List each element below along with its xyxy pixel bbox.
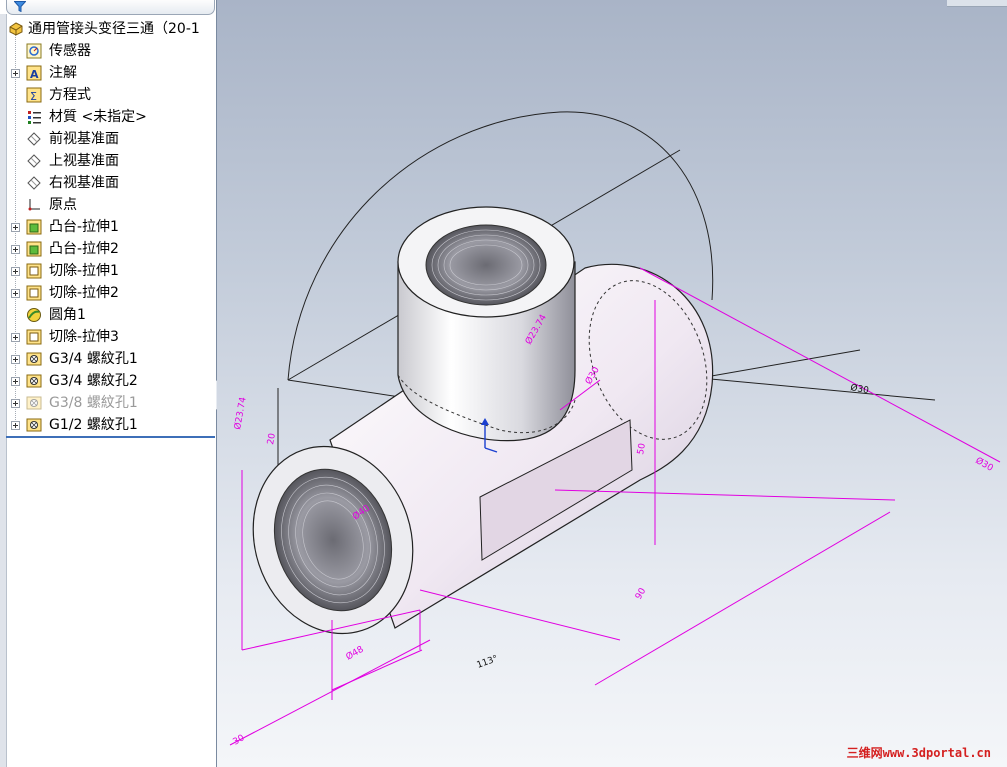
plane-icon	[27, 176, 41, 190]
cut-extrude-icon	[26, 329, 42, 345]
tree-item-label: 传感器	[49, 43, 91, 59]
origin-icon	[28, 199, 40, 211]
expand-toggle[interactable]	[11, 355, 20, 364]
tree-item[interactable]: 切除-拉伸2	[0, 282, 216, 304]
tree-item-label: 材質 <未指定>	[49, 109, 147, 125]
tree-item-label: 切除-拉伸3	[49, 329, 119, 345]
annotation-icon: A	[26, 65, 42, 81]
cut-extrude-icon	[26, 263, 42, 279]
tree-item-label: 圆角1	[49, 307, 86, 323]
tree-item-label: 右视基准面	[49, 175, 119, 191]
tree-item-label: 方程式	[49, 87, 91, 103]
pipe-tee-model[interactable]: Ø40Ø23.7420Ø23.7490Ø30113°Ø3050Ø3030Ø48	[217, 0, 1007, 767]
tree-item[interactable]: G3/4 螺紋孔1	[0, 348, 216, 370]
filter-bar[interactable]	[6, 0, 215, 15]
tree-root[interactable]: 通用管接头变径三通（20-1	[0, 18, 216, 40]
expand-toggle[interactable]	[11, 245, 20, 254]
material-icon	[28, 111, 41, 124]
tree-item[interactable]: 传感器	[0, 40, 216, 62]
tree-item-label: 切除-拉伸1	[49, 263, 119, 279]
hole-wizard-icon	[26, 352, 42, 366]
dimension-label[interactable]: 90	[634, 586, 649, 601]
tree-item[interactable]: Σ 方程式	[0, 84, 216, 106]
filter-icon[interactable]	[14, 1, 26, 12]
tree-item-label: 注解	[49, 65, 77, 81]
tree-item-label: G3/8 螺紋孔1	[49, 395, 138, 411]
tree-item-label: G3/4 螺紋孔2	[49, 373, 138, 389]
dimension-label[interactable]: 20	[266, 432, 278, 445]
tree-item[interactable]: 圆角1	[0, 304, 216, 326]
tree-item[interactable]: 凸台-拉伸1	[0, 216, 216, 238]
expand-toggle[interactable]	[11, 421, 20, 430]
dimension-label[interactable]: 113°	[476, 654, 500, 671]
tree-item-label: 切除-拉伸2	[49, 285, 119, 301]
boss-extrude-icon	[26, 241, 42, 257]
tree-item[interactable]: 右视基准面	[0, 172, 216, 194]
dimension-label[interactable]: 50	[636, 442, 648, 455]
watermark: 三维网www.3dportal.cn	[846, 746, 991, 760]
dimension-label[interactable]: Ø23.74	[232, 396, 249, 431]
tree-item-label: 凸台-拉伸1	[49, 219, 119, 235]
feature-manager-tree: 通用管接头变径三通（20-1 传感器 A 注解 Σ 方程式材質 <未指定> 前视基准面上视…	[0, 0, 217, 767]
tree-item[interactable]: G1/2 螺紋孔1	[0, 414, 216, 436]
expand-toggle[interactable]	[11, 267, 20, 276]
tree-item[interactable]: 前视基准面	[0, 128, 216, 150]
tree-item[interactable]: A 注解	[0, 62, 216, 84]
boss-extrude-icon	[26, 219, 42, 235]
svg-text:Σ: Σ	[30, 90, 37, 103]
tree-item[interactable]: 凸台-拉伸2	[0, 238, 216, 260]
tree-item[interactable]: 材質 <未指定>	[0, 106, 216, 128]
cut-extrude-icon	[26, 285, 42, 301]
hole-wizard-icon	[26, 396, 42, 410]
fillet-icon	[27, 308, 41, 322]
tree-item[interactable]: G3/8 螺紋孔1	[0, 392, 216, 414]
tree-item-label: 上视基准面	[49, 153, 119, 169]
part-icon	[9, 22, 23, 36]
expand-toggle[interactable]	[11, 377, 20, 386]
tree-item[interactable]: 原点	[0, 194, 216, 216]
rollback-bar[interactable]	[6, 436, 215, 438]
tree-item-label: 凸台-拉伸2	[49, 241, 119, 257]
hole-wizard-icon	[26, 418, 42, 432]
plane-icon	[27, 154, 41, 168]
tree-root-label: 通用管接头变径三通（20-1	[28, 21, 200, 37]
tree-item[interactable]: 切除-拉伸1	[0, 260, 216, 282]
equation-icon: Σ	[26, 87, 42, 103]
expand-toggle[interactable]	[11, 289, 20, 298]
graphics-viewport[interactable]: Ø40 Ø23.74 20 Ø23.74 90 Ø30 113° Ø30 50 Ø30 30 Ø48 …	[217, 0, 1007, 767]
tree-item-label: G3/4 螺紋孔1	[49, 351, 138, 367]
tree-item[interactable]: G3/4 螺紋孔2	[0, 370, 216, 392]
sketch-line	[699, 377, 936, 401]
tree-item[interactable]: 上视基准面	[0, 150, 216, 172]
expand-toggle[interactable]	[11, 223, 20, 232]
sensor-icon	[26, 43, 42, 59]
expand-toggle[interactable]	[11, 69, 20, 78]
plane-icon	[27, 132, 41, 146]
tree-item-label: 原点	[49, 197, 77, 213]
tree-item-label: G1/2 螺紋孔1	[49, 417, 138, 433]
svg-text:A: A	[30, 68, 39, 81]
tree-item-label: 前视基准面	[49, 131, 119, 147]
dimension-label[interactable]: Ø30	[849, 382, 869, 396]
expand-toggle[interactable]	[11, 333, 20, 342]
dimension-label[interactable]: 30	[232, 733, 247, 748]
tree-item[interactable]: 切除-拉伸3	[0, 326, 216, 348]
expand-toggle[interactable]	[11, 399, 20, 408]
hole-wizard-icon	[26, 374, 42, 388]
dimension-label[interactable]: Ø48	[344, 644, 366, 663]
